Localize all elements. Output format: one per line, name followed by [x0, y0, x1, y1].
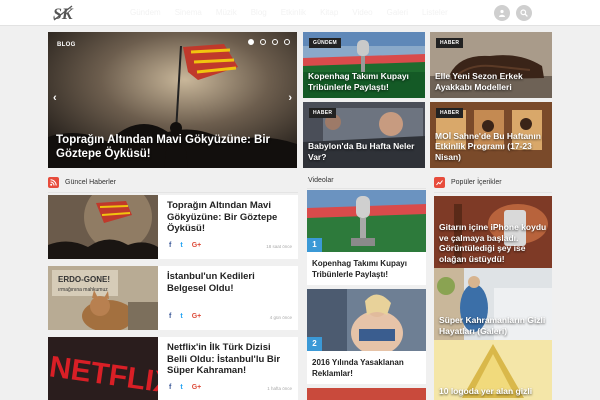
share-buttons: f t G+ — [169, 384, 201, 391]
news-thumbnail[interactable]: NETFLIX — [48, 337, 158, 400]
google-plus-icon[interactable]: G+ — [192, 384, 202, 391]
nav-item[interactable]: Etkinlik — [281, 8, 306, 17]
post-time: 1 hafta önce — [267, 386, 292, 391]
video-title[interactable]: Kopenhag Takımı Kupayı Tribünlerle Payla… — [312, 258, 422, 280]
news-image: NETFLIX — [48, 337, 158, 400]
section-header-videos: Videolar — [308, 177, 334, 184]
nav-item[interactable]: Video — [352, 8, 372, 17]
slider-next-button[interactable]: › — [288, 92, 292, 104]
video-thumbnail[interactable]: 1 — [307, 190, 426, 252]
slider-prev-button[interactable]: ‹ — [53, 92, 57, 104]
video-thumbnail[interactable]: 2 — [307, 289, 426, 351]
video-card[interactable] — [307, 388, 426, 400]
hero-title[interactable]: Toprağın Altından Mavi Gökyüzüne: Bir Gö… — [56, 133, 292, 161]
share-buttons: f t G+ — [169, 242, 201, 249]
facebook-icon[interactable]: f — [169, 384, 171, 391]
section-header-popular: Popüler İçerikler — [434, 177, 502, 188]
section-divider — [434, 192, 552, 193]
news-card[interactable]: NETFLIX Netflix'in İlk Türk Dizisi Belli… — [48, 337, 298, 400]
slider-dots — [248, 39, 290, 45]
video-card[interactable]: 1 Kopenhag Takımı Kupayı Tribünlerle Pay… — [307, 190, 426, 285]
main-nav: Gündem Sinema Müzik Blog Etkinlik Kitap … — [130, 8, 448, 17]
news-title[interactable]: Netflix'in İlk Türk Dizisi Belli Oldu: İ… — [167, 342, 293, 377]
category-tag[interactable]: HABER — [436, 108, 464, 118]
news-thumbnail[interactable] — [48, 195, 158, 259]
slider-dot[interactable] — [272, 39, 278, 45]
facebook-icon[interactable]: f — [169, 242, 171, 249]
video-image — [307, 190, 426, 252]
news-image — [48, 195, 158, 259]
svg-text:ERDO-GONE!: ERDO-GONE! — [58, 275, 110, 284]
news-image: ERDO-GONE! ırmağınına mahkumuz — [48, 266, 158, 330]
section-title: Popüler İçerikler — [451, 179, 502, 186]
hero-slider[interactable]: BLOG ‹ › Toprağın Altından Mavi Gökyüzün… — [48, 32, 297, 168]
nav-item[interactable]: Müzik — [216, 8, 237, 17]
grid-tile[interactable]: HABER Elle Yeni Sezon Erkek Ayakkabı Mod… — [430, 32, 552, 98]
tile-title[interactable]: Babylon'da Bu Hafta Neler Var? — [308, 141, 424, 162]
tile-title[interactable]: Elle Yeni Sezon Erkek Ayakkabı Modelleri — [435, 71, 551, 92]
category-tag[interactable]: HABER — [309, 108, 337, 118]
grid-tile[interactable]: HABER Babylon'da Bu Hafta Neler Var? — [303, 102, 425, 168]
news-title[interactable]: Toprağın Altından Mavi Gökyüzüne: Bir Gö… — [167, 200, 293, 235]
google-plus-icon[interactable]: G+ — [192, 242, 202, 249]
category-tag[interactable]: HABER — [436, 38, 464, 48]
grid-tile[interactable]: GÜNDEM Kopenhag Takımı Kupayı Tribünlerl… — [303, 32, 425, 98]
post-time: 18 saat önce — [266, 244, 292, 249]
nav-item[interactable]: Galeri — [387, 8, 408, 17]
slider-dot[interactable] — [260, 39, 266, 45]
popular-item[interactable]: 10 logoda yer alan gizli — [434, 340, 552, 400]
popular-title[interactable]: Süper Kahramanların Gizli Hayatları (Gal… — [439, 315, 549, 336]
rss-icon — [48, 177, 59, 188]
popular-item[interactable]: Gitarın içine iPhone koydu ve çalmaya ba… — [434, 196, 552, 268]
nav-item[interactable]: Gündem — [130, 8, 161, 17]
section-divider — [48, 192, 298, 193]
section-header-news: Güncel Haberler — [48, 177, 116, 188]
section-title: Güncel Haberler — [65, 179, 116, 186]
section-title: Videolar — [308, 177, 334, 184]
category-tag[interactable]: BLOG — [54, 40, 79, 50]
share-buttons: f t G+ — [169, 313, 201, 320]
popular-title[interactable]: Gitarın içine iPhone koydu ve çalmaya ba… — [439, 222, 549, 264]
nav-item[interactable]: Blog — [251, 8, 267, 17]
video-number: 1 — [307, 238, 322, 252]
popular-title[interactable]: 10 logoda yer alan gizli — [439, 386, 549, 397]
video-thumbnail[interactable] — [307, 388, 426, 400]
search-icon — [520, 9, 528, 17]
nav-item[interactable]: Sinema — [175, 8, 202, 17]
svg-text:SK: SK — [53, 6, 74, 23]
tile-title[interactable]: MOİ Sahne'de Bu Haftanın Etkinlik Progra… — [435, 131, 551, 163]
user-icon — [499, 9, 505, 17]
video-image — [307, 289, 426, 351]
news-card[interactable]: ERDO-GONE! ırmağınına mahkumuz İstanbul'… — [48, 266, 298, 330]
user-button[interactable] — [494, 5, 510, 21]
twitter-icon[interactable]: t — [180, 313, 182, 320]
twitter-icon[interactable]: t — [180, 384, 182, 391]
facebook-icon[interactable]: f — [169, 313, 171, 320]
post-time: 4 gün önce — [269, 315, 292, 320]
video-title[interactable]: 2016 Yılında Yasaklanan Reklamlar! — [312, 357, 422, 379]
video-card[interactable]: 2 2016 Yılında Yasaklanan Reklamlar! — [307, 289, 426, 384]
category-tag[interactable]: GÜNDEM — [309, 38, 342, 48]
search-button[interactable] — [516, 5, 532, 21]
nav-item[interactable]: Listeler — [422, 8, 448, 17]
news-thumbnail[interactable]: ERDO-GONE! ırmağınına mahkumuz — [48, 266, 158, 330]
news-card[interactable]: Toprağın Altından Mavi Gökyüzüne: Bir Gö… — [48, 195, 298, 259]
grid-tile[interactable]: HABER MOİ Sahne'de Bu Haftanın Etkinlik … — [430, 102, 552, 168]
chart-icon — [434, 177, 445, 188]
tile-title[interactable]: Kopenhag Takımı Kupayı Tribünlerle Payla… — [308, 71, 424, 92]
svg-text:ırmağınına mahkumuz: ırmağınına mahkumuz — [58, 287, 108, 293]
nav-item[interactable]: Kitap — [320, 8, 338, 17]
google-plus-icon[interactable]: G+ — [192, 313, 202, 320]
slider-dot[interactable] — [284, 39, 290, 45]
video-number: 2 — [307, 337, 322, 351]
slider-dot[interactable] — [248, 39, 254, 45]
site-logo[interactable]: SK — [52, 3, 76, 23]
top-navbar: SK Gündem Sinema Müzik Blog Etkinlik Kit… — [0, 0, 600, 26]
section-divider — [307, 188, 426, 189]
news-title[interactable]: İstanbul'un Kedileri Belgesel Oldu! — [167, 271, 293, 294]
popular-item[interactable]: Süper Kahramanların Gizli Hayatları (Gal… — [434, 268, 552, 340]
twitter-icon[interactable]: t — [180, 242, 182, 249]
